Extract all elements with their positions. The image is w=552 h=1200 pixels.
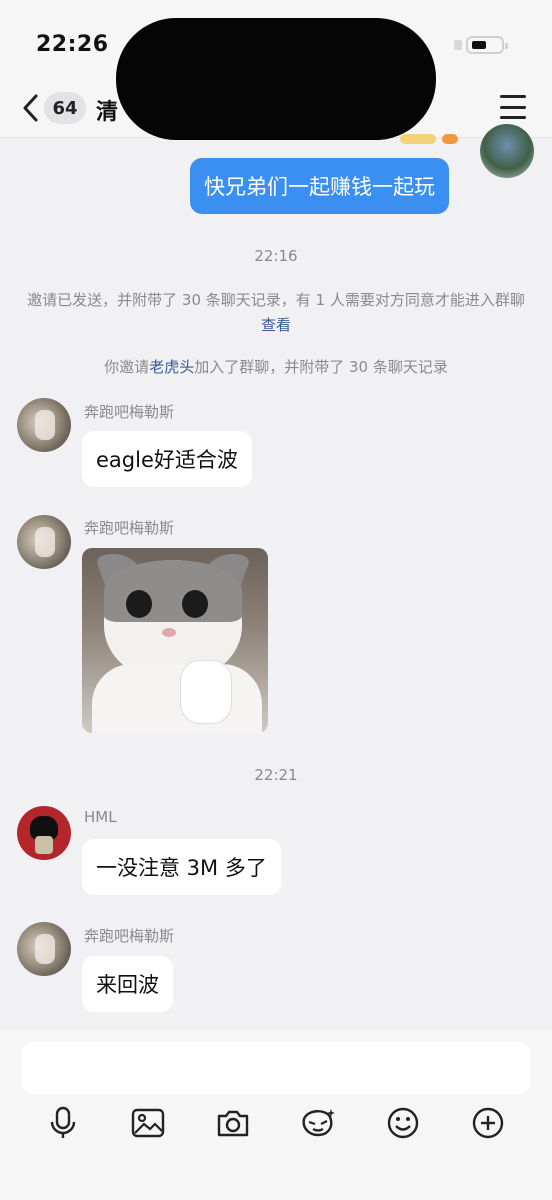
fire-icon <box>442 134 458 144</box>
emoji-button[interactable] <box>384 1104 422 1142</box>
sender-avatar[interactable] <box>17 515 71 569</box>
status-time: 22:26 <box>36 32 109 57</box>
emoji-icon <box>387 1107 419 1139</box>
my-message-bubble[interactable]: 快兄弟们一起赚钱一起玩 <box>190 158 449 214</box>
join-notice-prefix: 你邀请 <box>104 358 150 376</box>
cat-nose <box>162 628 176 637</box>
timestamp: 22:16 <box>254 247 298 265</box>
sender-avatar[interactable] <box>17 398 71 452</box>
thumbs-up-paw <box>180 660 232 724</box>
join-notice-suffix: 加入了群聊，并附带了 30 条聊天记录 <box>194 358 448 376</box>
back-button[interactable] <box>18 92 42 124</box>
sender-name: HML <box>84 808 117 826</box>
menu-line <box>500 105 526 109</box>
chat-title[interactable]: 清 <box>96 94 118 126</box>
battery-icon <box>466 36 508 54</box>
join-notice: 你邀请老虎头加入了群聊，并附带了 30 条聊天记录 <box>20 355 532 380</box>
sticker-icon <box>302 1109 335 1137</box>
sender-avatar[interactable] <box>17 922 71 976</box>
cat-thumbs-up-sticker[interactable] <box>82 548 268 733</box>
gallery-button[interactable] <box>129 1104 167 1142</box>
cat-body <box>92 664 262 733</box>
dynamic-island <box>116 18 436 140</box>
level-tag <box>400 134 436 144</box>
plus-icon <box>472 1107 504 1139</box>
menu-line <box>500 95 526 98</box>
cat-fur-patch <box>104 560 242 622</box>
more-button[interactable] <box>469 1104 507 1142</box>
image-icon <box>131 1108 165 1138</box>
chevron-left-icon <box>23 94 38 122</box>
sender-avatar[interactable] <box>17 806 71 860</box>
message-input[interactable] <box>22 1042 530 1094</box>
invite-notice-text: 邀请已发送，并附带了 30 条聊天记录，有 1 人需要对方同意才能进入群聊 <box>27 291 525 309</box>
signal-icon <box>454 40 462 50</box>
my-avatar[interactable] <box>480 124 534 178</box>
camera-button[interactable] <box>214 1104 252 1142</box>
message-bubble[interactable]: eagle好适合波 <box>82 431 252 487</box>
sender-name: 奔跑吧梅勒斯 <box>84 519 175 537</box>
member-tags <box>400 134 460 146</box>
cat-eye <box>126 590 152 618</box>
cat-eye <box>182 590 208 618</box>
invite-notice: 邀请已发送，并附带了 30 条聊天记录，有 1 人需要对方同意才能进入群聊 查看 <box>20 288 532 338</box>
message-bubble[interactable]: 一没注意 3M 多了 <box>82 839 281 895</box>
menu-line <box>500 116 526 119</box>
voice-button[interactable] <box>44 1104 82 1142</box>
sender-name: 奔跑吧梅勒斯 <box>84 403 175 421</box>
view-link[interactable]: 查看 <box>261 316 291 334</box>
message-bubble[interactable]: 来回波 <box>82 956 173 1012</box>
sticker-button[interactable] <box>299 1104 337 1142</box>
microphone-icon <box>50 1106 76 1138</box>
menu-button[interactable] <box>500 95 526 119</box>
timestamp: 22:21 <box>254 766 298 784</box>
invitee-name-link[interactable]: 老虎头 <box>149 358 194 376</box>
sender-name: 奔跑吧梅勒斯 <box>84 927 175 945</box>
camera-icon <box>217 1110 249 1137</box>
unread-badge[interactable]: 64 <box>44 92 86 124</box>
